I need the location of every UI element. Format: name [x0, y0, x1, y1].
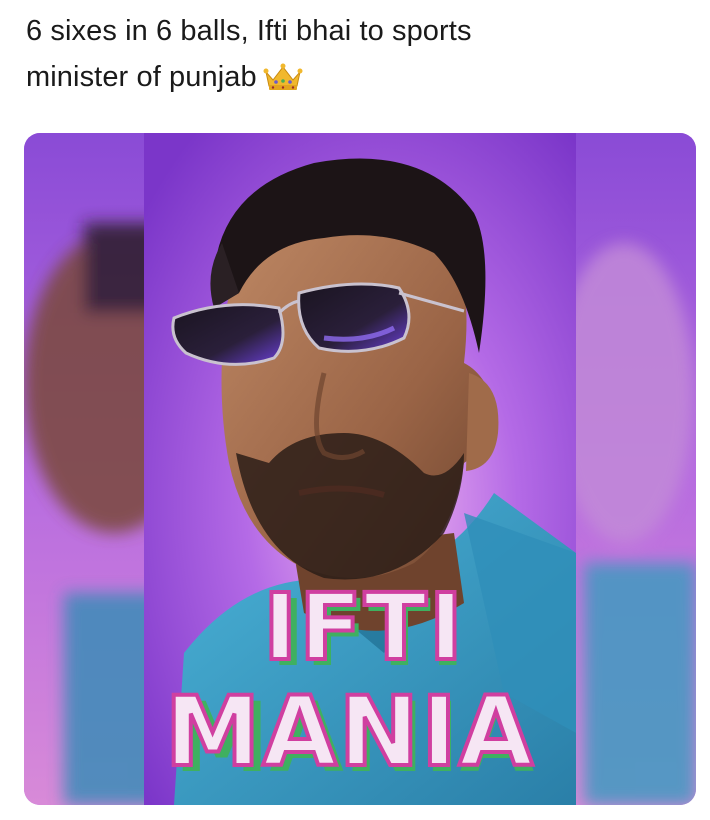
tweet-text: 6 sixes in 6 balls, Ifti bhai to sports …: [26, 8, 666, 100]
tweet-post: 6 sixes in 6 balls, Ifti bhai to sports …: [0, 0, 710, 820]
tweet-text-line-1: 6 sixes in 6 balls, Ifti bhai to sports: [26, 15, 472, 47]
poster-artwork: IFTI IFTI MANIA MANIA: [24, 133, 696, 805]
crown-icon: [263, 60, 303, 90]
poster-title-line-2: MANIA: [165, 676, 535, 788]
tweet-text-line-2: minister of punjab: [26, 61, 257, 93]
poster-image[interactable]: IFTI IFTI MANIA MANIA: [24, 133, 696, 805]
poster-title-line-1: IFTI: [263, 574, 465, 681]
